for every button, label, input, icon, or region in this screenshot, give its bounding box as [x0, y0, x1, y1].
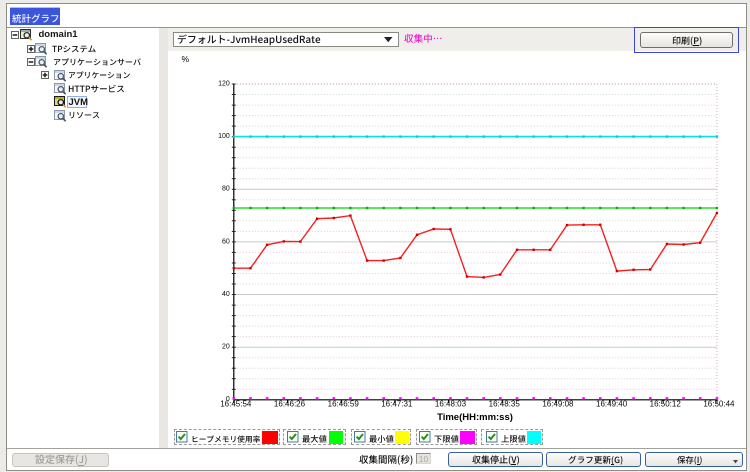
svg-text:%: %: [182, 54, 190, 64]
svg-text:16:46:59: 16:46:59: [328, 400, 360, 409]
svg-text:16:50:12: 16:50:12: [650, 400, 682, 409]
svg-text:16:48:03: 16:48:03: [435, 400, 467, 409]
svg-text:16:49:08: 16:49:08: [542, 400, 574, 409]
svg-text:Time(HH:mm:ss): Time(HH:mm:ss): [437, 412, 513, 423]
svg-text:40: 40: [222, 291, 230, 298]
svg-text:60: 60: [222, 238, 230, 245]
svg-text:16:45:54: 16:45:54: [220, 400, 252, 409]
svg-text:16:47:31: 16:47:31: [381, 400, 413, 409]
svg-text:120: 120: [218, 80, 230, 87]
svg-text:16:49:40: 16:49:40: [596, 400, 628, 409]
svg-text:80: 80: [222, 186, 230, 193]
svg-text:16:50:44: 16:50:44: [703, 400, 735, 409]
svg-text:16:48:35: 16:48:35: [489, 400, 521, 409]
svg-text:20: 20: [222, 344, 230, 351]
svg-text:16:46:26: 16:46:26: [274, 400, 306, 409]
svg-text:100: 100: [218, 133, 230, 140]
